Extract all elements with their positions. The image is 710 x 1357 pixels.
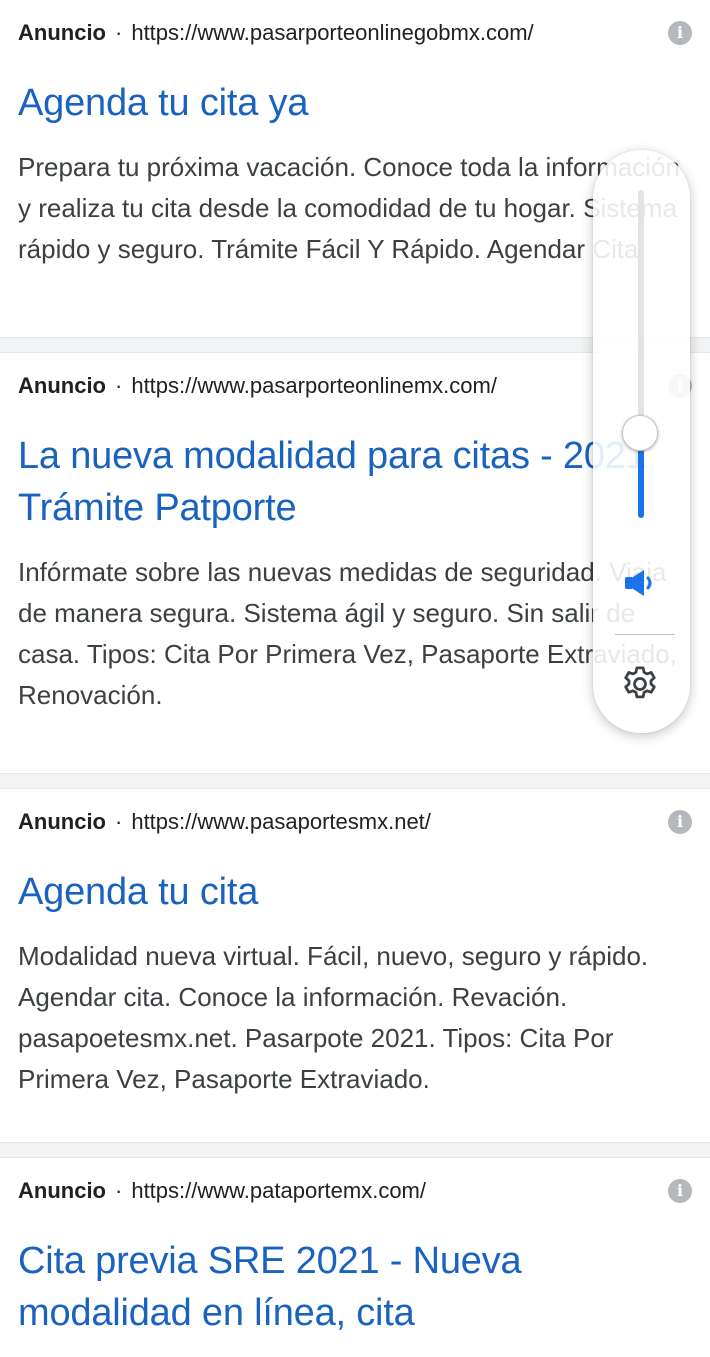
ad-dot-separator: · — [115, 1178, 123, 1203]
ad-description: Prepara tu próxima vacación. Conoce toda… — [18, 152, 680, 264]
ad-title-link[interactable]: Agenda tu cita ya — [18, 77, 692, 129]
ad-header: Anuncio · https://www.pasaportesmx.net/ … — [18, 789, 692, 855]
ad-header: Anuncio · https://www.pataportemx.com/ i — [18, 1158, 692, 1224]
ad-dot-separator: · — [115, 809, 123, 834]
ad-dot-separator: · — [115, 20, 123, 45]
search-results-page: Anuncio · https://www.pasarporteonlinego… — [0, 0, 710, 1357]
ad-label: Anuncio — [18, 809, 106, 834]
volume-panel — [593, 150, 690, 733]
ad-display-url[interactable]: https://www.pataportemx.com/ — [131, 1178, 426, 1204]
ad-display-url[interactable]: https://www.pasarporteonlinemx.com/ — [131, 373, 497, 399]
ad-header: Anuncio · https://www.pasarporteonlinego… — [18, 0, 692, 66]
ad-card-3: Anuncio · https://www.pasaportesmx.net/ … — [0, 789, 710, 1142]
ad-display-url[interactable]: https://www.pasaportesmx.net/ — [131, 809, 431, 835]
ad-header: Anuncio · https://www.pasarporteonlinemx… — [18, 353, 692, 419]
ad-label: Anuncio — [18, 1178, 106, 1203]
ad-label: Anuncio — [18, 20, 106, 45]
gear-icon[interactable] — [618, 662, 662, 706]
ad-display-url[interactable]: https://www.pasarporteonlinegobmx.com/ — [131, 20, 533, 46]
ad-title-link[interactable]: Cita previa SRE 2021 - Nueva modalidad e… — [18, 1235, 692, 1339]
info-icon[interactable]: i — [668, 810, 692, 834]
ad-description: Infórmate sobre las nuevas medidas de se… — [18, 557, 677, 710]
ad-dot-separator: · — [115, 373, 123, 398]
ad-description: Modalidad nueva virtual. Fácil, nuevo, s… — [18, 941, 649, 1094]
ad-title-link[interactable]: La nueva modalidad para citas - 2021 Trá… — [18, 430, 692, 534]
info-icon[interactable]: i — [668, 21, 692, 45]
panel-divider — [615, 634, 675, 635]
ad-title-link[interactable]: Agenda tu cita — [18, 866, 692, 918]
speaker-icon[interactable] — [624, 568, 658, 598]
info-icon[interactable]: i — [668, 1179, 692, 1203]
ad-card-4: Anuncio · https://www.pataportemx.com/ i… — [0, 1158, 710, 1357]
result-separator — [0, 773, 710, 789]
volume-slider-fill — [638, 448, 644, 518]
result-separator — [0, 1142, 710, 1158]
volume-slider-thumb[interactable] — [622, 415, 658, 451]
ad-label: Anuncio — [18, 373, 106, 398]
